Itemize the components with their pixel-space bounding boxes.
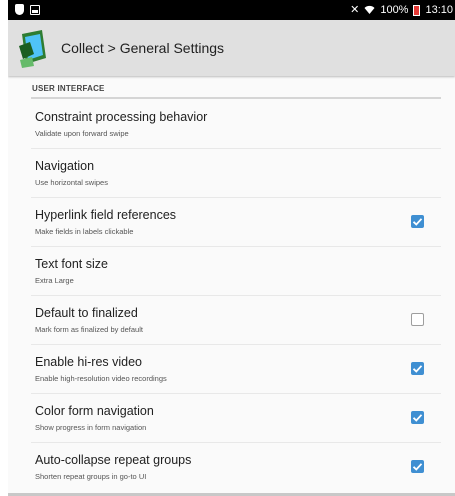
battery-text: 100%	[380, 4, 409, 16]
pref-title: Enable hi-res video	[35, 355, 143, 369]
pref-hi-res-video[interactable]: Enable hi-res video Enable high-resoluti…	[8, 345, 455, 394]
auto-collapse-checkbox[interactable]	[411, 460, 424, 473]
pref-text-font-size[interactable]: Text font size Extra Large	[8, 247, 455, 296]
wifi-icon	[364, 5, 375, 14]
section-divider	[31, 97, 441, 99]
pref-summary: Make fields in labels clickable	[35, 227, 134, 236]
clock: 13:10	[425, 4, 453, 16]
pref-summary: Use horizontal swipes	[35, 178, 108, 187]
pref-constraint-processing[interactable]: Constraint processing behavior Validate …	[8, 100, 455, 149]
pref-summary: Mark form as finalized by default	[35, 325, 143, 334]
pref-title: Navigation	[35, 159, 95, 173]
pref-title: Text font size	[35, 257, 108, 271]
color-navigation-checkbox[interactable]	[411, 411, 424, 424]
hyperlink-checkbox[interactable]	[411, 215, 424, 228]
pref-title: Auto-collapse repeat groups	[35, 453, 192, 467]
pref-summary: Enable high-resolution video recordings	[35, 374, 167, 383]
pref-title: Default to finalized	[35, 306, 138, 320]
collect-logo-icon[interactable]	[14, 28, 50, 68]
pref-summary: Show progress in form navigation	[35, 423, 147, 432]
pref-summary: Shorten repeat groups in go-to UI	[35, 472, 147, 481]
shield-icon	[15, 4, 24, 15]
image-icon	[30, 4, 40, 15]
page-title: Collect > General Settings	[61, 40, 225, 56]
pref-color-form-navigation[interactable]: Color form navigation Show progress in f…	[8, 394, 455, 443]
hi-res-video-checkbox[interactable]	[411, 362, 424, 375]
pref-hyperlink-field-references[interactable]: Hyperlink field references Make fields i…	[8, 198, 455, 247]
pref-title: Color form navigation	[35, 404, 154, 418]
status-bar: ✕ 100% 13:10	[8, 0, 455, 20]
finalized-checkbox[interactable]	[411, 313, 424, 326]
pref-summary: Extra Large	[35, 276, 74, 285]
app-screen: ✕ 100% 13:10 Collect > General Settings …	[8, 0, 455, 496]
battery-icon	[413, 4, 421, 16]
pref-title: Constraint processing behavior	[35, 110, 208, 124]
pref-default-to-finalized[interactable]: Default to finalized Mark form as finali…	[8, 296, 455, 345]
pref-title: Hyperlink field references	[35, 208, 177, 222]
pref-navigation[interactable]: Navigation Use horizontal swipes	[8, 149, 455, 198]
pref-auto-collapse-repeat-groups[interactable]: Auto-collapse repeat groups Shorten repe…	[8, 443, 455, 492]
section-header: USER INTERFACE	[32, 84, 105, 93]
app-bar: Collect > General Settings	[8, 20, 455, 76]
mute-icon: ✕	[350, 4, 360, 16]
pref-summary: Validate upon forward swipe	[35, 129, 129, 138]
